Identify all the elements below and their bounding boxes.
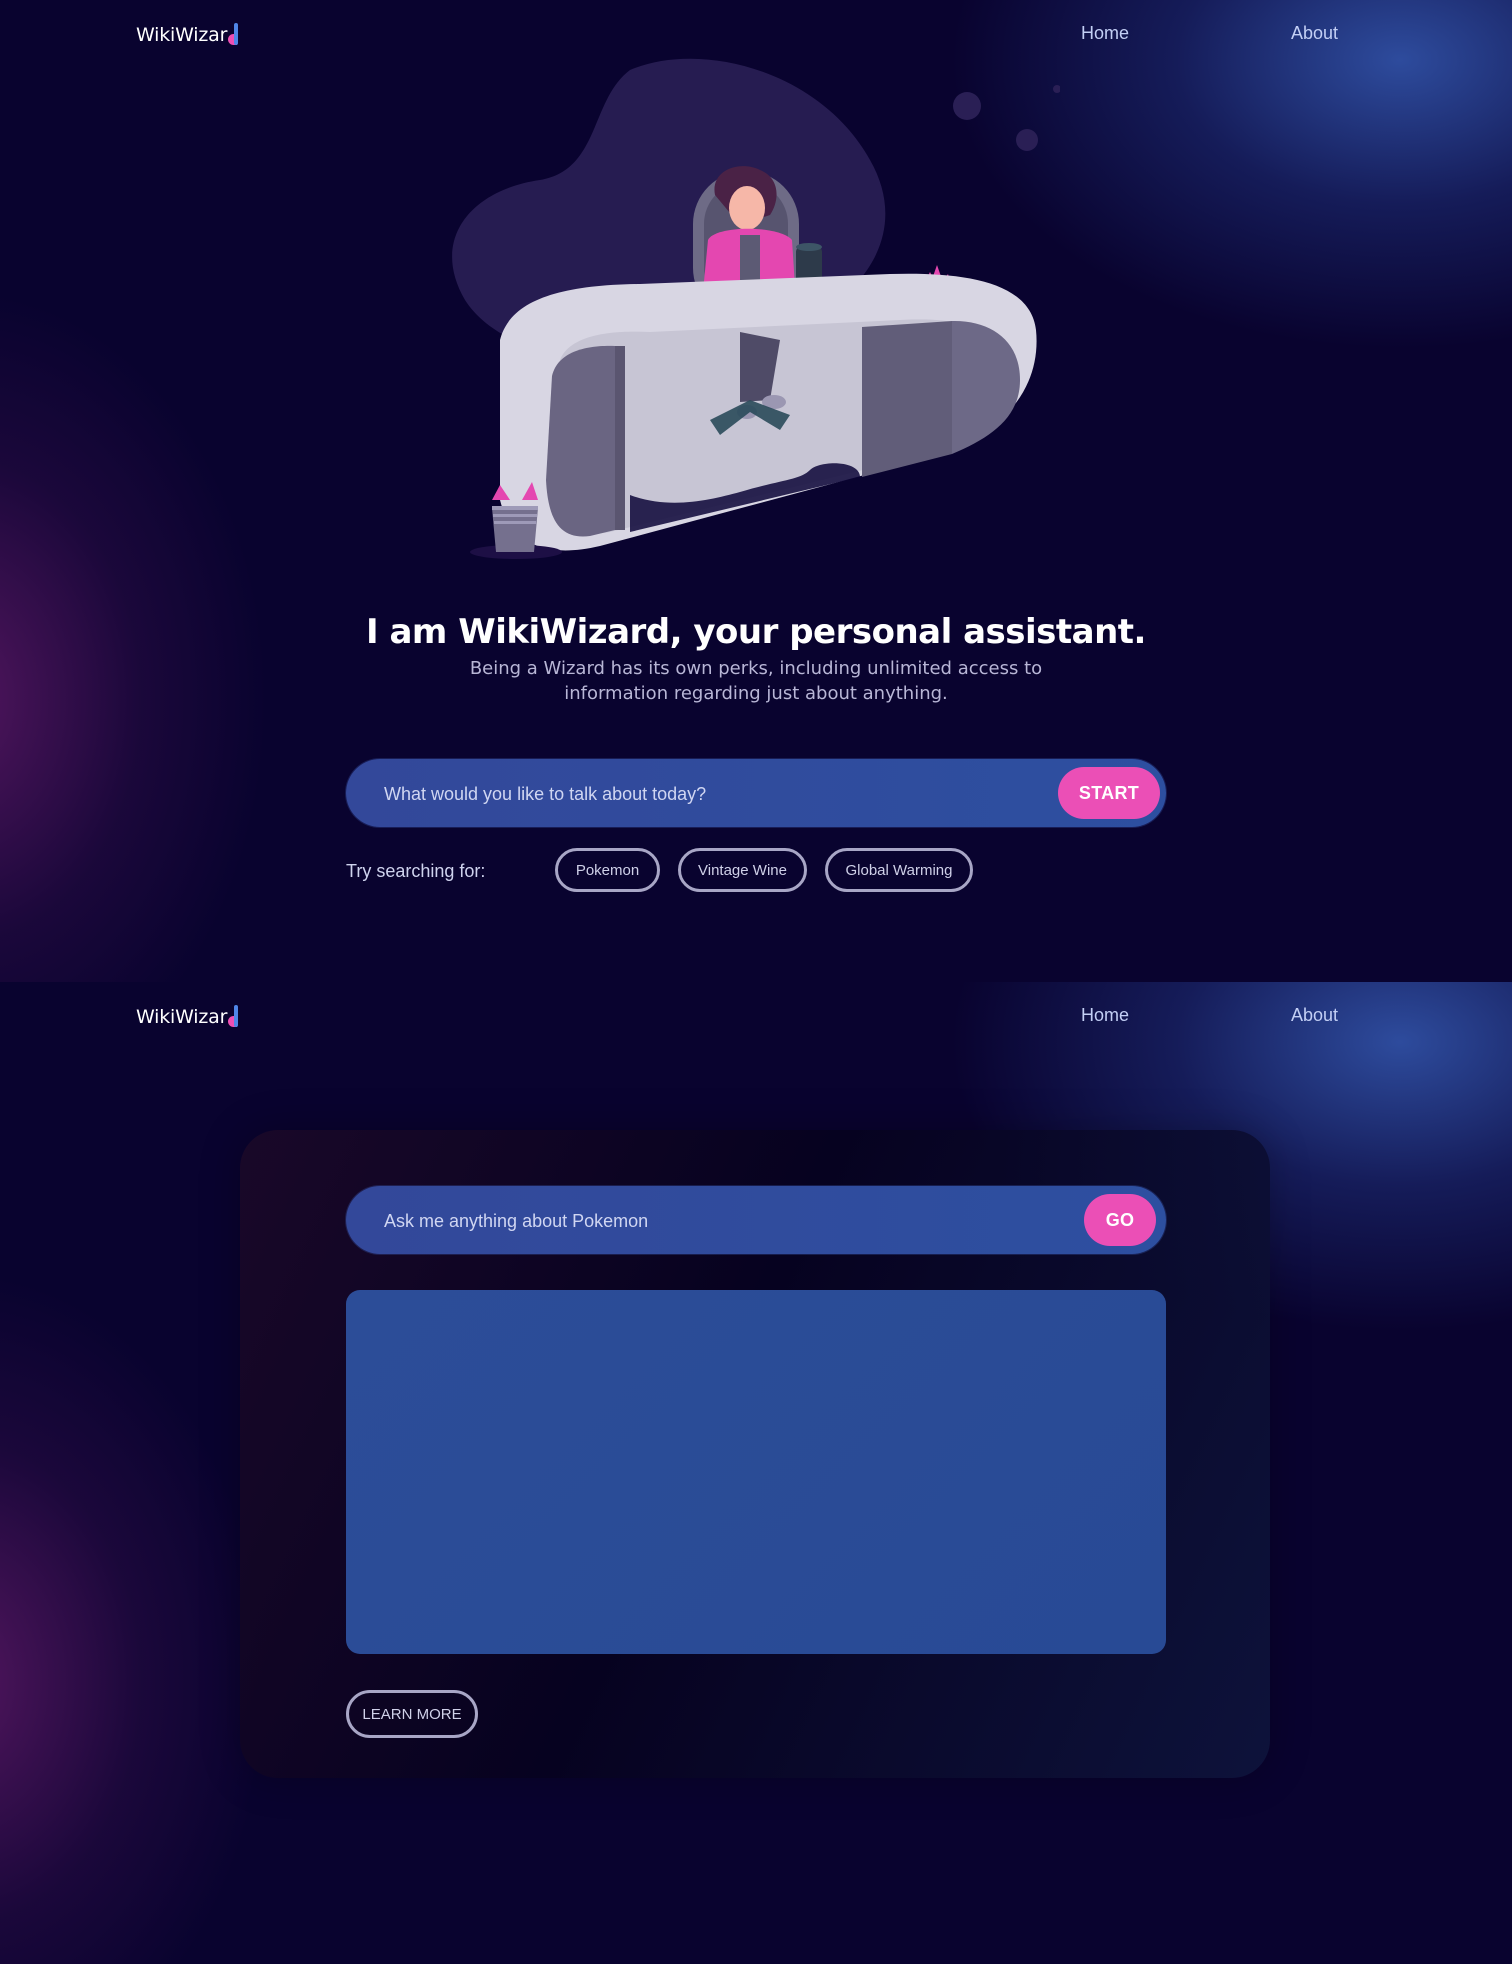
logo-d-mark-icon: [228, 23, 240, 46]
nav-home-link[interactable]: Home: [1081, 1005, 1129, 1026]
suggestions-label: Try searching for:: [346, 861, 486, 881]
suggestion-chip-vintage-wine[interactable]: Vintage Wine: [678, 848, 807, 892]
landing-section: WikiWizar Home About I am WikiWizard, yo…: [0, 0, 1512, 982]
search-input[interactable]: [382, 759, 986, 829]
chat-bar: GO: [346, 1186, 1166, 1256]
nav-about-link[interactable]: About: [1291, 1005, 1338, 1026]
nav-about-link[interactable]: About: [1291, 23, 1338, 44]
nav-home-link[interactable]: Home: [1081, 23, 1129, 44]
hero-subtitle: Being a Wizard has its own perks, includ…: [469, 658, 1043, 704]
search-bar: START: [346, 759, 1166, 829]
start-button[interactable]: START: [1058, 767, 1160, 819]
logo[interactable]: WikiWizar: [136, 1005, 240, 1028]
logo-d-mark-icon: [228, 1005, 240, 1028]
answer-box: [346, 1290, 1166, 1654]
logo-text: WikiWizar: [136, 1006, 228, 1028]
desk-illustration: [452, 58, 1060, 559]
go-button[interactable]: GO: [1084, 1194, 1156, 1246]
top-nav: WikiWizar Home About: [0, 982, 1512, 1052]
learn-more-button[interactable]: LEARN MORE: [346, 1690, 478, 1738]
hero-title: I am WikiWizard, your personal assistant…: [366, 612, 1146, 652]
logo-text: WikiWizar: [136, 24, 228, 46]
suggestion-chip-pokemon[interactable]: Pokemon: [555, 848, 660, 892]
logo[interactable]: WikiWizar: [136, 23, 240, 46]
suggestion-chip-global-warming[interactable]: Global Warming: [825, 848, 973, 892]
chat-input[interactable]: [382, 1186, 986, 1256]
